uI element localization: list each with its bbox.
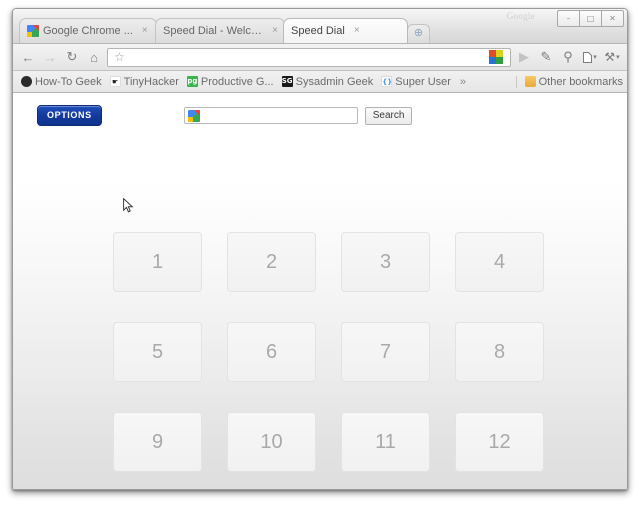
address-bar[interactable]: ☆ [107, 47, 511, 67]
browser-toolbar: ← → ↻ ⌂ ☆ ▶ ✎ ⚲ ▾ ⚒ ▾ [13, 44, 627, 71]
tab-speed-dial[interactable]: Speed Dial × [283, 18, 408, 43]
options-button[interactable]: OPTIONS [37, 105, 102, 126]
speed-dial-tile[interactable]: 2 [227, 232, 316, 292]
speed-dial-tile[interactable]: 12 [455, 412, 544, 472]
new-tab-button[interactable]: ⊕ [407, 24, 430, 43]
speed-dial-grid: 1 2 3 4 5 6 7 8 9 10 11 12 [113, 232, 544, 472]
search-area: Search [183, 106, 413, 125]
tab-google-chrome[interactable]: Google Chrome ... × [19, 18, 157, 43]
maximize-button[interactable]: □ [580, 10, 602, 27]
chevron-down-icon: ▾ [616, 54, 620, 61]
search-button[interactable]: Search [364, 106, 413, 125]
other-bookmarks-label: Other bookmarks [538, 75, 623, 88]
browser-window: Google – □ ✕ Google Chrome ... × Speed D… [12, 8, 628, 490]
tab-title: Speed Dial - Welco... [163, 25, 264, 37]
speed-dial-page: OPTIONS Search 1 2 3 4 5 6 7 8 9 10 11 1… [13, 93, 627, 489]
chevron-down-icon: ▾ [593, 54, 597, 61]
speed-dial-tile[interactable]: 6 [227, 322, 316, 382]
close-button[interactable]: ✕ [602, 10, 624, 27]
tab-list: Google Chrome ... × Speed Dial - Welco..… [19, 18, 430, 43]
sysadmingeek-favicon-icon: SG [281, 76, 293, 87]
bookmark-star-icon[interactable]: ☆ [112, 50, 127, 65]
speed-dial-tile[interactable]: 10 [227, 412, 316, 472]
bookmark-label: TinyHacker [123, 75, 179, 88]
speed-dial-tile[interactable]: 1 [113, 232, 202, 292]
minimize-button[interactable]: – [557, 10, 580, 27]
window-controls: – □ ✕ [557, 10, 624, 27]
speed-dial-tile[interactable]: 5 [113, 322, 202, 382]
tab-close-icon[interactable]: × [142, 26, 148, 36]
page-toolbar: OPTIONS Search [13, 93, 627, 126]
google-favicon-icon [187, 109, 200, 122]
speed-dial-extension-icon[interactable] [489, 50, 503, 64]
tab-title: Google Chrome ... [43, 25, 133, 37]
search-extension-icon[interactable]: ⚲ [557, 47, 579, 67]
mouse-cursor [123, 198, 134, 213]
speed-dial-tile[interactable]: 11 [341, 412, 430, 472]
desktop-background: Google – □ ✕ Google Chrome ... × Speed D… [0, 0, 640, 508]
wrench-menu-icon[interactable]: ⚒ ▾ [601, 47, 623, 67]
howtogeek-favicon-icon [21, 76, 32, 87]
speed-dial-tile[interactable]: 3 [341, 232, 430, 292]
superuser-favicon-icon: {} [381, 76, 393, 87]
bookmark-super-user[interactable]: {} Super User [377, 75, 455, 89]
page-menu-icon[interactable]: ▾ [579, 47, 601, 67]
bookmark-label: Productive G... [200, 75, 274, 88]
google-watermark: Google [506, 11, 535, 21]
productivegeek-favicon-icon: pg [186, 76, 198, 87]
folder-icon [524, 76, 536, 87]
bookmark-sysadmin-geek[interactable]: SG Sysadmin Geek [278, 75, 378, 89]
forward-icon[interactable]: → [39, 47, 61, 67]
tab-close-icon[interactable]: × [272, 26, 278, 36]
bookmark-label: Sysadmin Geek [295, 75, 374, 88]
reload-icon[interactable]: ↻ [61, 47, 83, 67]
tab-close-icon[interactable]: × [354, 26, 360, 36]
bookmark-how-to-geek[interactable]: How-To Geek [17, 75, 106, 89]
speed-dial-tile[interactable]: 7 [341, 322, 430, 382]
tab-strip: Google – □ ✕ Google Chrome ... × Speed D… [13, 9, 627, 44]
bookmark-label: How-To Geek [35, 75, 102, 88]
bookmarks-overflow-icon[interactable]: » [460, 76, 466, 88]
back-icon[interactable]: ← [17, 47, 39, 67]
bookmark-productive-geek[interactable]: pg Productive G... [183, 75, 278, 89]
other-bookmarks-folder[interactable]: Other bookmarks [515, 75, 623, 88]
chrome-favicon-icon [27, 25, 39, 37]
tab-speed-dial-welcome[interactable]: Speed Dial - Welco... × [155, 18, 285, 43]
toolbar-right-group: ▶ ✎ ⚲ ▾ ⚒ ▾ [513, 47, 623, 67]
home-icon[interactable]: ⌂ [83, 47, 105, 67]
paint-extension-icon[interactable]: ✎ [535, 47, 557, 67]
tinyhacker-favicon-icon: ☛ [109, 76, 121, 87]
bookmark-label: Super User [395, 75, 451, 88]
speed-dial-tile[interactable]: 4 [455, 232, 544, 292]
speed-dial-tile[interactable]: 9 [113, 412, 202, 472]
tab-title: Speed Dial [291, 25, 345, 37]
speed-dial-tile[interactable]: 8 [455, 322, 544, 382]
bookmarks-bar: How-To Geek ☛ TinyHacker pg Productive G… [13, 71, 627, 93]
go-icon[interactable]: ▶ [513, 47, 535, 67]
bookmark-tinyhacker[interactable]: ☛ TinyHacker [106, 75, 183, 89]
search-input[interactable] [183, 107, 358, 124]
